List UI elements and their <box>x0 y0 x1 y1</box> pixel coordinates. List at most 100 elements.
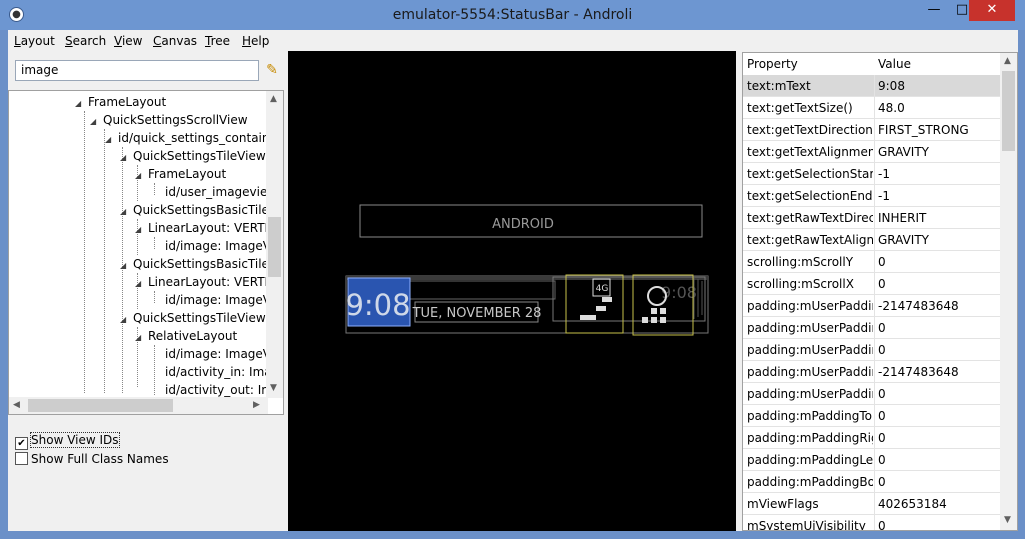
scroll-left-arrow-icon[interactable]: ◀ <box>13 400 20 410</box>
property-row[interactable]: padding:mPaddingRigh 0 <box>743 427 1000 449</box>
property-name: text:mText <box>747 79 811 93</box>
property-value: 0 <box>878 387 886 401</box>
column-separator <box>874 251 875 273</box>
expand-arrow-icon[interactable]: ◢ <box>120 257 128 275</box>
expand-arrow-icon[interactable]: ◢ <box>135 221 143 239</box>
property-value: -2147483648 <box>878 365 959 379</box>
layout-canvas[interactable]: ANDROID 9:08 TUE, NOVEMBER 28 4G 9:08 <box>288 51 736 531</box>
tree-vertical-scroll-thumb[interactable] <box>268 217 281 277</box>
menu-help[interactable]: Help <box>242 34 269 48</box>
search-input[interactable]: image <box>15 60 259 81</box>
property-row[interactable]: text:getSelectionStart() -1 <box>743 163 1000 185</box>
expand-arrow-icon[interactable]: ◢ <box>105 131 113 149</box>
tree-item[interactable]: id/image: ImageVie <box>165 345 281 363</box>
menu-tree[interactable]: Tree <box>205 34 230 48</box>
tree-item[interactable]: ◢ id/quick_settings_container <box>105 129 282 147</box>
tree-item[interactable]: id/image: ImageVie <box>165 291 281 309</box>
clear-search-broom-icon[interactable]: ✎ <box>262 60 282 81</box>
expand-arrow-icon[interactable]: ◢ <box>120 149 128 167</box>
clock-text: 9:08 <box>345 288 410 322</box>
tree-vertical-scrollbar[interactable]: ▲ ▼ <box>266 91 283 398</box>
property-name: padding:mUserPadding <box>747 343 873 357</box>
android-label: ANDROID <box>492 217 554 232</box>
tree-item[interactable]: ◢ FrameLayout <box>135 165 226 183</box>
view-tree[interactable]: ◢ FrameLayout ◢ QuickSettingsScrollView ◢ i… <box>8 90 284 415</box>
expand-arrow-icon[interactable]: ◢ <box>135 167 143 185</box>
tree-item[interactable]: ◢ RelativeLayout <box>135 327 237 345</box>
property-row[interactable]: padding:mUserPadding -2147483648 <box>743 295 1000 317</box>
column-separator <box>874 97 875 119</box>
signal-bar <box>602 297 612 302</box>
tree-horizontal-scrollbar[interactable]: ◀ ▶ <box>9 397 268 414</box>
close-button[interactable]: ✕ <box>969 0 1015 21</box>
tree-item[interactable]: ◢ LinearLayout: VERTICA <box>135 273 283 293</box>
tree-item[interactable]: ◢ LinearLayout: VERTICA <box>135 219 283 239</box>
property-value: 402653184 <box>878 497 947 511</box>
property-value: 0 <box>878 343 886 357</box>
menu-canvas[interactable]: Canvas <box>153 34 197 48</box>
expand-arrow-icon[interactable]: ◢ <box>120 203 128 221</box>
property-row[interactable]: mSystemUiVisibility 0 <box>743 515 1000 531</box>
tree-item[interactable]: ◢ QuickSettingsBasicTile <box>120 201 269 219</box>
value-column-header[interactable]: Value <box>878 57 911 71</box>
property-row[interactable]: text:getSelectionEnd() -1 <box>743 185 1000 207</box>
tree-item[interactable]: ◢ QuickSettingsScrollView <box>90 111 248 129</box>
menu-layout[interactable]: Layout <box>14 34 55 48</box>
property-name: mSystemUiVisibility <box>747 519 866 531</box>
property-row[interactable]: padding:mUserPadding -2147483648 <box>743 361 1000 383</box>
expand-arrow-icon[interactable]: ◢ <box>90 113 98 131</box>
show-full-class-names-option[interactable]: Show Full Class Names <box>15 451 169 467</box>
tree-item[interactable]: ◢ QuickSettingsBasicTile <box>120 255 269 273</box>
tree-guide-line <box>154 291 155 303</box>
expand-arrow-icon[interactable]: ◢ <box>75 95 83 113</box>
properties-panel[interactable]: Property Value text:mText 9:08 text:getTex… <box>742 52 1018 531</box>
property-row[interactable]: text:mText 9:08 <box>743 75 1000 97</box>
minimize-button[interactable]: — <box>920 0 948 21</box>
show-view-ids-checkbox[interactable]: ✔ <box>15 437 28 450</box>
property-row[interactable]: scrolling:mScrollX 0 <box>743 273 1000 295</box>
property-row[interactable]: padding:mUserPadding 0 <box>743 339 1000 361</box>
properties-vertical-scrollbar[interactable]: ▲ ▼ <box>1000 53 1017 530</box>
property-row[interactable]: padding:mUserPadding 0 <box>743 317 1000 339</box>
property-row[interactable]: padding:mUserPadding 0 <box>743 383 1000 405</box>
scroll-down-arrow-icon[interactable]: ▼ <box>270 383 277 393</box>
property-row[interactable]: text:getTextDirection() FIRST_STRONG <box>743 119 1000 141</box>
menu-search[interactable]: Search <box>65 34 106 48</box>
property-column-header[interactable]: Property <box>747 57 798 71</box>
expand-arrow-icon[interactable]: ◢ <box>135 329 143 347</box>
properties-vertical-scroll-thumb[interactable] <box>1002 71 1015 151</box>
property-row[interactable]: scrolling:mScrollY 0 <box>743 251 1000 273</box>
scroll-down-arrow-icon[interactable]: ▼ <box>1004 515 1011 525</box>
network-tile <box>565 274 624 334</box>
property-name: padding:mPaddingLeft <box>747 453 873 467</box>
expand-arrow-icon[interactable]: ◢ <box>120 311 128 329</box>
expand-arrow-icon[interactable]: ◢ <box>135 275 143 293</box>
show-view-ids-option[interactable]: ✔ Show View IDs <box>15 432 120 450</box>
scroll-up-arrow-icon[interactable]: ▲ <box>270 94 277 104</box>
show-full-class-names-checkbox[interactable] <box>15 452 28 465</box>
property-row[interactable]: text:getRawTextDirectio INHERIT <box>743 207 1000 229</box>
tree-item[interactable]: ◢ QuickSettingsTileView <box>120 147 266 165</box>
scroll-up-arrow-icon[interactable]: ▲ <box>1004 56 1011 66</box>
property-row[interactable]: padding:mPaddingLeft 0 <box>743 449 1000 471</box>
property-row[interactable]: padding:mPaddingBott 0 <box>743 471 1000 493</box>
tree-item[interactable]: id/user_imageview: <box>165 183 281 201</box>
tree-guide-line <box>84 111 85 393</box>
property-name: padding:mUserPadding <box>747 321 873 335</box>
property-value: 0 <box>878 277 886 291</box>
tree-item[interactable]: ◢ FrameLayout <box>75 93 166 111</box>
property-row[interactable]: mViewFlags 402653184 <box>743 493 1000 515</box>
property-row[interactable]: padding:mPaddingTop 0 <box>743 405 1000 427</box>
menu-view[interactable]: View <box>114 34 142 48</box>
property-row[interactable]: text:getTextSize() 48.0 <box>743 97 1000 119</box>
tree-item[interactable]: id/activity_in: Imag <box>165 363 279 381</box>
tree-guide-line <box>104 129 105 393</box>
property-row[interactable]: text:getRawTextAlignme GRAVITY <box>743 229 1000 251</box>
tree-horizontal-scroll-thumb[interactable] <box>28 399 173 412</box>
property-value: -1 <box>878 167 890 181</box>
property-value: 0 <box>878 431 886 445</box>
scroll-right-arrow-icon[interactable]: ▶ <box>253 400 260 410</box>
property-row[interactable]: text:getTextAlignment() GRAVITY <box>743 141 1000 163</box>
tree-item[interactable]: id/image: ImageVie <box>165 237 281 255</box>
tree-item[interactable]: ◢ QuickSettingsTileView <box>120 309 266 327</box>
